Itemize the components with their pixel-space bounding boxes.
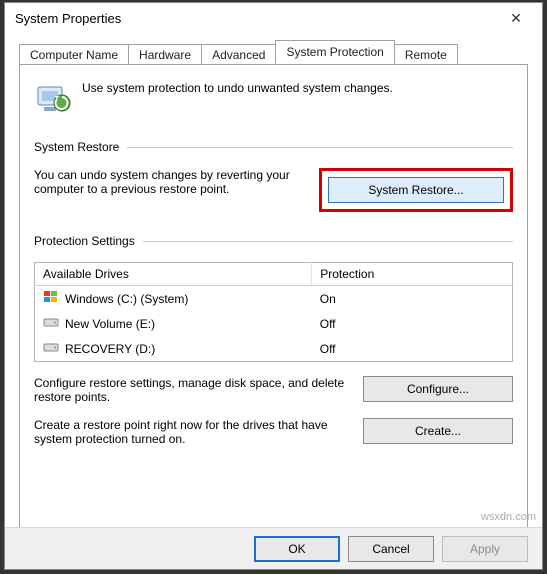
group-title: Protection Settings: [34, 234, 135, 248]
drive-name: RECOVERY (D:): [65, 342, 155, 356]
tab-remote[interactable]: Remote: [394, 44, 458, 65]
hdd-icon: [43, 339, 59, 358]
drive-name: New Volume (E:): [65, 317, 155, 331]
apply-button[interactable]: Apply: [442, 536, 528, 562]
group-title: System Restore: [34, 140, 119, 154]
highlight-box: System Restore...: [319, 168, 513, 212]
drive-status: On: [312, 286, 513, 312]
tab-hardware[interactable]: Hardware: [128, 44, 202, 65]
windows-drive-icon: [43, 289, 59, 308]
close-icon: ✕: [510, 10, 522, 27]
system-protection-icon: [34, 79, 72, 120]
drive-status: Off: [312, 311, 513, 336]
table-row[interactable]: RECOVERY (D:) Off: [35, 336, 513, 362]
dialog-footer: OK Cancel Apply: [5, 527, 542, 569]
configure-description: Configure restore settings, manage disk …: [34, 376, 351, 404]
intro-text: Use system protection to undo unwanted s…: [82, 79, 513, 95]
group-protection-settings: Protection Settings: [34, 234, 513, 248]
group-system-restore: System Restore: [34, 140, 513, 154]
drive-name: Windows (C:) (System): [65, 292, 188, 306]
restore-description: You can undo system changes by reverting…: [34, 168, 307, 196]
drives-table[interactable]: Available Drives Protection: [34, 262, 513, 362]
table-row[interactable]: Windows (C:) (System) On: [35, 286, 513, 312]
hdd-icon: [43, 314, 59, 333]
close-button[interactable]: ✕: [496, 4, 536, 32]
watermark: wsxdn.com: [481, 511, 536, 523]
tab-advanced[interactable]: Advanced: [201, 44, 276, 65]
cancel-button[interactable]: Cancel: [348, 536, 434, 562]
col-drives[interactable]: Available Drives: [35, 263, 312, 286]
ok-button[interactable]: OK: [254, 536, 340, 562]
tab-computer-name[interactable]: Computer Name: [19, 44, 129, 65]
table-row[interactable]: New Volume (E:) Off: [35, 311, 513, 336]
tab-panel-system-protection: Use system protection to undo unwanted s…: [19, 64, 528, 536]
system-restore-button[interactable]: System Restore...: [328, 177, 504, 203]
intro-row: Use system protection to undo unwanted s…: [34, 79, 513, 120]
tab-system-protection[interactable]: System Protection: [275, 40, 394, 64]
titlebar[interactable]: System Properties ✕: [5, 3, 542, 33]
col-protection[interactable]: Protection: [312, 263, 513, 286]
drive-status: Off: [312, 336, 513, 362]
configure-button[interactable]: Configure...: [363, 376, 513, 402]
window-title: System Properties: [15, 11, 121, 26]
create-button[interactable]: Create...: [363, 418, 513, 444]
system-properties-window: System Properties ✕ Computer Name Hardwa…: [4, 2, 543, 570]
create-description: Create a restore point right now for the…: [34, 418, 351, 446]
tab-strip: Computer Name Hardware Advanced System P…: [19, 41, 528, 64]
